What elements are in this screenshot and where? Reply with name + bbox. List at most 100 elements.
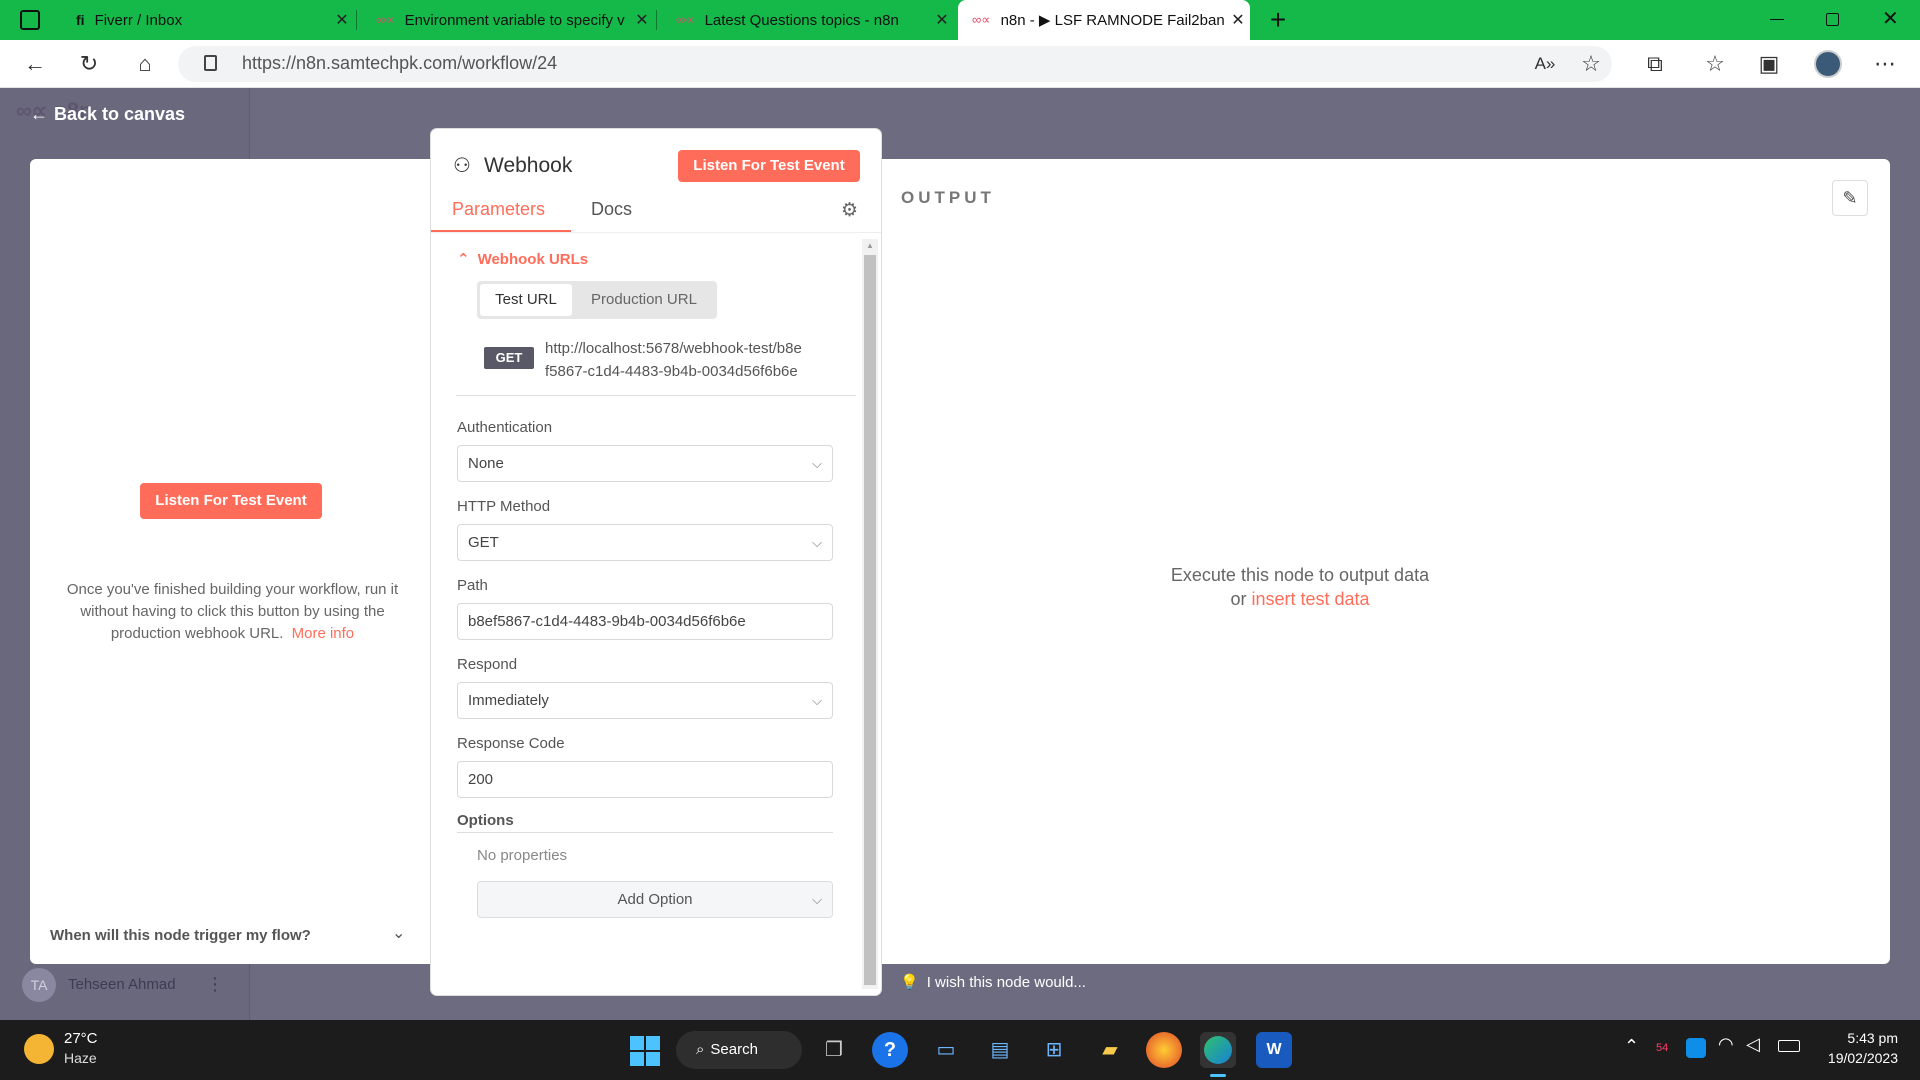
tab-separator xyxy=(356,10,357,30)
test-url-tab[interactable]: Test URL xyxy=(480,284,572,316)
clock-time[interactable]: 5:43 pm xyxy=(1822,1030,1898,1046)
edit-output-button[interactable]: ✎ xyxy=(1832,180,1868,216)
tab-title: Environment variable to specify v xyxy=(404,11,625,29)
help-icon[interactable]: ? xyxy=(872,1032,908,1068)
browser-tab-env-var[interactable]: ∞∝ Environment variable to specify v ✕ xyxy=(362,0,654,40)
respond-label: Respond xyxy=(457,656,518,673)
back-to-canvas-button[interactable]: ← Back to canvas xyxy=(30,104,185,125)
insert-test-data-link[interactable]: insert test data xyxy=(1251,589,1369,609)
user-menu-icon[interactable]: ⋮ xyxy=(206,974,224,995)
webhook-urls-toggle[interactable]: ⌃ Webhook URLs xyxy=(457,250,588,268)
n8n-icon: ∞∝ xyxy=(376,12,395,27)
weather-desc: Haze xyxy=(64,1050,97,1066)
read-aloud-icon[interactable]: A» xyxy=(1530,50,1560,78)
browser-tab-n8n-active[interactable]: ∞∝ n8n - ▶ LSF RAMNODE Fail2ban ✕ xyxy=(958,0,1250,40)
scrollbar-up-arrow[interactable]: ▲ xyxy=(866,241,874,250)
trigger-question[interactable]: When will this node trigger my flow? xyxy=(50,927,311,944)
maximize-icon[interactable] xyxy=(1826,13,1839,26)
user-name: Tehseen Ahmad xyxy=(68,976,176,993)
chevron-up-icon[interactable]: ⌃ xyxy=(1624,1036,1639,1057)
minimize-icon[interactable] xyxy=(1770,19,1784,20)
pencil-icon: ✎ xyxy=(1842,188,1858,208)
more-info-link[interactable]: More info xyxy=(292,625,355,642)
settings-gear-icon[interactable]: ⚙ xyxy=(841,199,858,222)
node-title[interactable]: Webhook xyxy=(484,154,572,178)
task-view-icon[interactable]: ❐ xyxy=(816,1032,852,1068)
windows-start-icon[interactable] xyxy=(630,1036,660,1066)
refresh-icon[interactable]: ↻ xyxy=(74,50,104,78)
tab-close-icon[interactable]: ✕ xyxy=(1226,10,1250,30)
volume-icon[interactable]: ◁ xyxy=(1746,1034,1760,1055)
scrollbar-thumb[interactable] xyxy=(864,255,876,985)
browser-tab-fiverr[interactable]: fi Fiverr / Inbox ✕ xyxy=(62,0,354,40)
output-title: OUTPUT xyxy=(901,188,995,207)
listen-for-test-event-button[interactable]: Listen For Test Event xyxy=(678,150,860,182)
http-method-select[interactable]: GET ⌵ xyxy=(457,524,833,561)
path-input[interactable]: b8ef5867-c1d4-4483-9b4b-0034d56f6b6e xyxy=(457,603,833,640)
webhook-url[interactable]: http://localhost:5678/webhook-test/b8e f… xyxy=(545,337,802,383)
chevron-up-icon: ⌃ xyxy=(457,251,470,268)
firefox-icon[interactable] xyxy=(1146,1032,1182,1068)
production-url-tab[interactable]: Production URL xyxy=(575,284,713,316)
tab-actions-icon[interactable] xyxy=(20,10,40,30)
address-toolbar: ← ↻ ⌂ https://n8n.samtechpk.com/workflow… xyxy=(0,40,1920,88)
more-menu-icon[interactable]: ⋯ xyxy=(1870,50,1900,78)
respond-select[interactable]: Immediately ⌵ xyxy=(457,682,833,719)
taskbar-search[interactable]: ⌕ Search xyxy=(676,1031,802,1069)
scrollbar-track[interactable]: ▲ xyxy=(862,239,878,989)
edge-icon[interactable] xyxy=(1200,1032,1236,1068)
fiverr-icon: fi xyxy=(76,12,85,28)
path-label: Path xyxy=(457,577,488,594)
lightbulb-icon: 💡 xyxy=(900,974,919,991)
response-code-input[interactable]: 200 xyxy=(457,761,833,798)
word-icon[interactable]: W xyxy=(1256,1032,1292,1068)
active-app-indicator xyxy=(1210,1074,1226,1077)
remote-desktop-icon[interactable]: ▭ xyxy=(928,1032,964,1068)
app-window-icon[interactable]: ▤ xyxy=(982,1032,1018,1068)
tab-title: n8n - ▶ LSF RAMNODE Fail2ban xyxy=(1000,12,1225,29)
window-close-icon[interactable]: ✕ xyxy=(1882,6,1899,31)
output-empty-state: Execute this node to output data or inse… xyxy=(1100,563,1500,611)
profile-avatar[interactable] xyxy=(1814,50,1842,78)
response-code-label: Response Code xyxy=(457,735,565,752)
weather-sun-icon[interactable] xyxy=(24,1034,54,1064)
favorites-icon[interactable]: ☆ xyxy=(1700,50,1730,78)
production-help-text: Once you've finished building your workf… xyxy=(66,581,399,642)
teamviewer-icon[interactable] xyxy=(1686,1038,1706,1058)
weather-temp[interactable]: 27°C xyxy=(64,1030,98,1047)
chevron-down-icon[interactable]: ⌄ xyxy=(392,923,405,943)
authentication-label: Authentication xyxy=(457,419,553,436)
feedback-link[interactable]: 💡 I wish this node would... xyxy=(900,973,1086,991)
battery-icon[interactable] xyxy=(1778,1040,1800,1052)
browser-tab-latest-questions[interactable]: ∞∝ Latest Questions topics - n8n ✕ xyxy=(662,0,954,40)
listen-for-test-event-button-left[interactable]: Listen For Test Event xyxy=(140,483,322,519)
collections-icon[interactable]: ▣ xyxy=(1754,50,1784,78)
input-panel: Listen For Test Event Once you've finish… xyxy=(30,159,435,964)
authentication-select[interactable]: None ⌵ xyxy=(457,445,833,482)
user-avatar[interactable]: TA xyxy=(22,968,56,1002)
clock-date[interactable]: 19/02/2023 xyxy=(1810,1050,1898,1066)
new-tab-button[interactable]: + xyxy=(1264,4,1292,36)
arrow-left-icon: ← xyxy=(30,104,48,124)
section-divider xyxy=(456,395,856,396)
tab-close-icon[interactable]: ✕ xyxy=(630,10,654,30)
extensions-icon[interactable]: ⧉ xyxy=(1640,50,1670,78)
file-explorer-icon[interactable]: ▰ xyxy=(1092,1032,1128,1068)
back-arrow-icon[interactable]: ← xyxy=(20,50,50,78)
url-text[interactable]: https://n8n.samtechpk.com/workflow/24 xyxy=(242,53,557,74)
output-empty-text: Execute this node to output data xyxy=(1170,565,1430,585)
tab-docs[interactable]: Docs xyxy=(591,199,632,220)
tab-close-icon[interactable]: ✕ xyxy=(330,10,354,30)
notification-badge[interactable]: 54 xyxy=(1656,1042,1668,1054)
network-share-icon[interactable]: ⊞ xyxy=(1036,1032,1072,1068)
tab-close-icon[interactable]: ✕ xyxy=(930,10,954,30)
home-icon[interactable]: ⌂ xyxy=(130,50,160,78)
n8n-icon: ∞∝ xyxy=(676,12,695,27)
wifi-icon[interactable]: ◠ xyxy=(1718,1034,1734,1055)
favorite-add-icon[interactable]: ☆ xyxy=(1576,50,1606,78)
n8n-app: ∞∝ n8n TA Tehseen Ahmad ⋮ ← Back to canva… xyxy=(0,88,1920,1020)
chevron-down-icon: ⌵ xyxy=(812,456,822,471)
add-option-select[interactable]: Add Option ⌵ xyxy=(477,881,833,918)
tab-parameters[interactable]: Parameters xyxy=(452,199,545,220)
n8n-icon: ∞∝ xyxy=(972,12,991,27)
